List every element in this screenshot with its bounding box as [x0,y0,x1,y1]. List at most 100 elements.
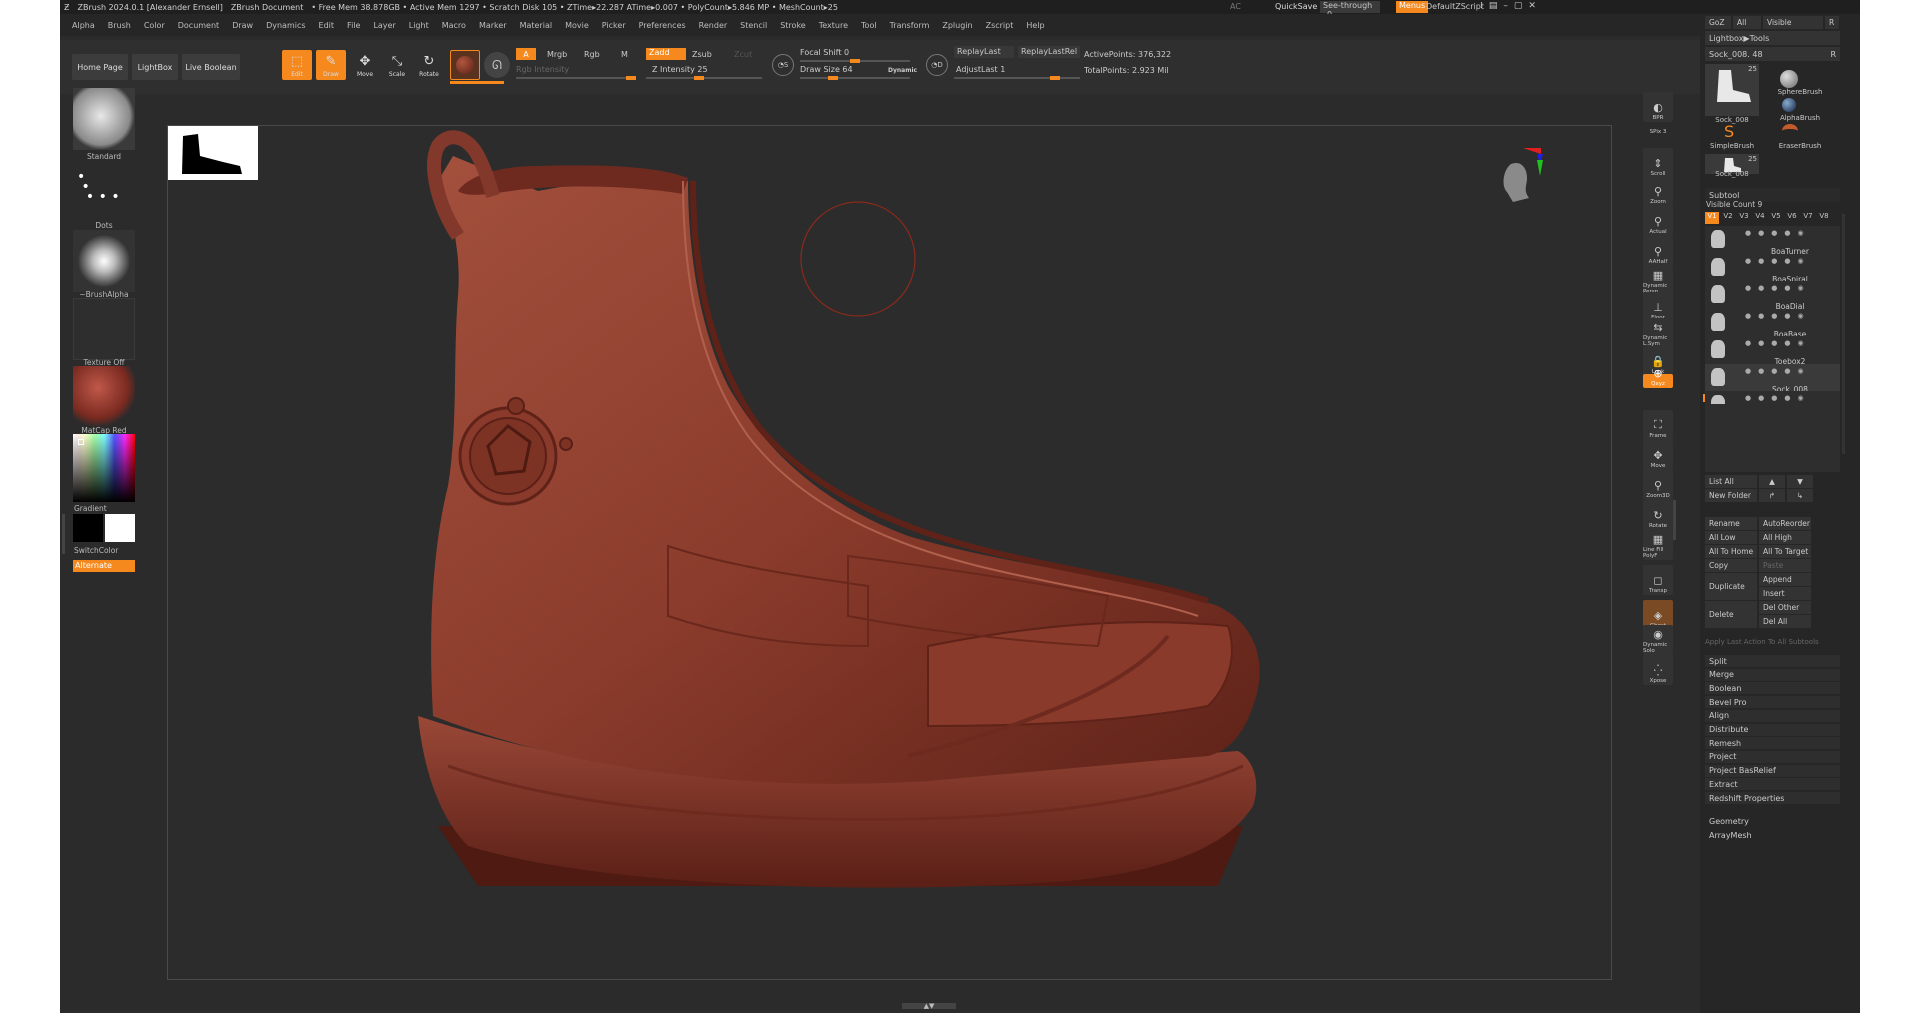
secondary-color-swatch[interactable] [105,514,135,542]
zadd-toggle[interactable]: Zadd [646,48,686,60]
dynamesh-icon[interactable]: ● [1771,367,1780,375]
apply-last-action-button[interactable]: Apply Last Action To All Subtools [1705,638,1840,646]
eye-icon[interactable]: ◉ [1797,257,1806,265]
alpha-brush-icon[interactable] [1782,98,1796,112]
folder-in-button[interactable]: ↱ [1759,489,1785,502]
version-tab-v6[interactable]: V6 [1785,212,1799,224]
view-line-fill-polyf-button[interactable]: ▦ Line Fill PolyF [1643,530,1673,560]
polypaint-icon[interactable]: ● [1758,257,1767,265]
menu-zplugin[interactable]: Zplugin [942,21,972,30]
orientation-gizmo[interactable] [1493,146,1543,216]
zsub-toggle[interactable]: Zsub [692,50,712,59]
action-boolean-button[interactable]: Boolean [1705,682,1840,695]
bottom-tray-handle[interactable]: ▲▼ [902,1003,956,1010]
version-tab-v2[interactable]: V2 [1721,212,1735,224]
tool-thumb-sock-large[interactable]: 25 [1705,64,1759,116]
version-tab-v3[interactable]: V3 [1737,212,1751,224]
subtool-scrollbar[interactable] [1842,214,1845,454]
folder-icon[interactable]: ● [1784,229,1793,237]
polypaint-icon[interactable]: ● [1758,394,1767,402]
polypaint-icon[interactable]: ● [1758,229,1767,237]
all-to-target-button[interactable]: All To Target [1759,545,1811,558]
action-extract-button[interactable]: Extract [1705,778,1840,791]
folder-icon[interactable]: ● [1784,257,1793,265]
view-aahalf-button[interactable]: ⚲ AAHalf [1643,236,1673,266]
adjust-last-track[interactable] [954,76,1080,80]
menu-transform[interactable]: Transform [890,21,930,30]
draw-size-slider[interactable]: Draw Size 64 [800,65,853,74]
r-button[interactable]: R [1825,16,1839,29]
polypaint-icon[interactable]: ● [1758,284,1767,292]
alternate-button[interactable]: Alternate [73,560,135,572]
rgb-toggle[interactable]: Rgb [584,50,600,59]
arraymesh-section[interactable]: ArrayMesh [1705,828,1840,842]
folder-out-button[interactable]: ↳ [1787,489,1813,502]
polypaint-icon[interactable]: ● [1758,339,1767,347]
sculptris-pro-button[interactable]: ◔S [772,54,794,76]
menu-preferences[interactable]: Preferences [639,21,686,30]
view-spix-3-button[interactable]: SPix 3 [1643,122,1673,136]
material-swatch-button[interactable] [450,50,480,80]
matcap-material-tile[interactable] [73,366,135,428]
dynamesh-icon[interactable]: ● [1771,339,1780,347]
folder-icon[interactable]: ● [1784,339,1793,347]
polypaint-icon[interactable]: ● [1758,312,1767,320]
live-boolean-button[interactable]: Live Boolean [182,54,240,80]
move-up-button[interactable]: ▲ [1759,475,1785,488]
auto-reorder-button[interactable]: AutoReorder [1759,517,1811,530]
a-toggle[interactable]: A [516,48,536,60]
menu-material[interactable]: Material [520,21,553,30]
menu-tool[interactable]: Tool [861,21,877,30]
eye-icon[interactable]: ◉ [1797,284,1806,292]
all-low-button[interactable]: All Low [1705,531,1757,544]
del-other-button[interactable]: Del Other [1759,601,1811,614]
list-all-button[interactable]: List All [1705,475,1757,488]
eraser-brush-icon[interactable] [1782,124,1798,138]
view-rotate-button[interactable]: ↻ Rotate [1643,500,1673,530]
visible-count-slider[interactable]: Visible Count 9 [1706,200,1762,209]
close-icon[interactable]: ✕ [1528,1,1542,11]
brush-mode-icon[interactable]: ● [1745,257,1754,265]
paste-button[interactable]: Paste [1759,559,1811,572]
eye-icon[interactable]: ◉ [1797,394,1806,402]
replay-last-button[interactable]: ReplayLast [954,46,1014,58]
stroke-brush-button[interactable]: ᘏ [484,52,510,78]
action-project-basrelief-button[interactable]: Project BasRelief [1705,764,1840,777]
brush-mode-icon[interactable]: ● [1745,284,1754,292]
menu-light[interactable]: Light [409,21,429,30]
eye-icon[interactable]: ◉ [1797,367,1806,375]
z-intensity-slider[interactable]: Z Intensity 25 [652,65,708,74]
move-down-button[interactable]: ▼ [1787,475,1813,488]
simple-brush-icon[interactable]: S [1724,122,1734,141]
brush-mode-icon[interactable]: ● [1745,394,1754,402]
menu-stroke[interactable]: Stroke [780,21,806,30]
switch-color-button[interactable]: SwitchColor [74,546,136,555]
rgb-intensity-slider[interactable]: Rgb Intensity [516,65,569,74]
move-button[interactable]: ✥ Move [350,50,380,80]
standard-brush-tile[interactable] [73,88,135,150]
goz-button[interactable]: GoZ [1705,16,1731,29]
dynamesh-icon[interactable]: ● [1771,394,1780,402]
action-project-button[interactable]: Project [1705,750,1840,763]
geometry-section[interactable]: Geometry [1705,814,1840,828]
focal-shift-slider[interactable]: Focal Shift 0 [800,48,849,57]
maximize-icon[interactable]: ▢ [1514,1,1529,11]
view-transp-button[interactable]: ◻ Transp [1643,565,1673,595]
m-toggle[interactable]: M [621,50,628,59]
version-tab-v1[interactable]: V1 [1705,212,1719,224]
view-zoom3d-button[interactable]: ⚲ Zoom3D [1643,470,1673,500]
menu-layer[interactable]: Layer [373,21,395,30]
right-tray-handle[interactable] [1673,500,1676,540]
view-dynamic-l-sym-button[interactable]: ⇆ Dynamic L.Sym [1643,318,1673,348]
menu-help[interactable]: Help [1026,21,1044,30]
delete-button[interactable]: Delete [1705,601,1757,628]
del-all-button[interactable]: Del All [1759,615,1811,628]
menu-movie[interactable]: Movie [565,21,589,30]
view-zoom-button[interactable]: ⚲ Zoom [1643,176,1673,206]
minimize-icon[interactable]: – [1503,1,1514,11]
folder-icon[interactable]: ● [1784,367,1793,375]
current-tool-slider[interactable]: Sock_008. 48 R [1705,47,1840,61]
version-tab-v8[interactable]: V8 [1817,212,1831,224]
sphere-brush-icon[interactable] [1780,70,1798,88]
view-move-button[interactable]: ✥ Move [1643,440,1673,470]
